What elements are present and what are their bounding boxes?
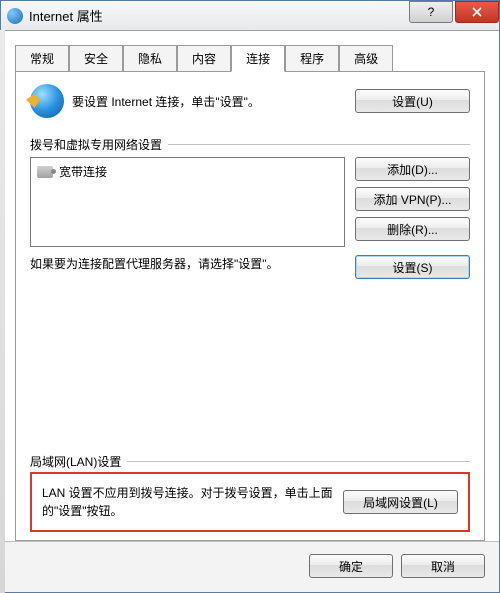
tab-content[interactable]: 内容 (177, 45, 231, 72)
lan-section: 局域网(LAN)设置 LAN 设置不应用到拨号连接。对于拨号设置，单击上面的"设… (30, 423, 470, 532)
cancel-button[interactable]: 取消 (401, 554, 485, 578)
dialup-row: 宽带连接 添加(D)... 添加 VPN(P)... 删除(R)... (30, 157, 470, 247)
tab-connections[interactable]: 连接 (231, 45, 285, 72)
connections-listbox[interactable]: 宽带连接 (30, 157, 345, 247)
tab-privacy[interactable]: 隐私 (123, 45, 177, 72)
proxy-text: 如果要为连接配置代理服务器，请选择"设置"。 (30, 255, 345, 273)
tab-strip: 常规 安全 隐私 内容 连接 程序 高级 (15, 45, 485, 72)
proxy-row: 如果要为连接配置代理服务器，请选择"设置"。 设置(S) (30, 255, 470, 279)
tab-programs[interactable]: 程序 (285, 45, 339, 72)
connection-settings-button[interactable]: 设置(S) (355, 255, 470, 279)
tab-security[interactable]: 安全 (69, 45, 123, 72)
close-button[interactable] (455, 1, 499, 23)
internet-properties-window: Internet 属性 ? 常规 安全 隐私 内容 连接 程序 高级 要设置 I… (0, 0, 500, 593)
add-vpn-button[interactable]: 添加 VPN(P)... (355, 187, 470, 211)
dialup-group-label: 拨号和虚拟专用网络设置 (30, 136, 470, 153)
lan-highlight-box: LAN 设置不应用到拨号连接。对于拨号设置，单击上面的"设置"按钮。 局域网设置… (30, 472, 470, 532)
tab-general[interactable]: 常规 (15, 45, 69, 72)
lan-settings-button[interactable]: 局域网设置(L) (343, 490, 458, 514)
dialup-side-buttons: 添加(D)... 添加 VPN(P)... 删除(R)... (355, 157, 470, 247)
globe-setup-icon (30, 84, 64, 118)
remove-connection-button[interactable]: 删除(R)... (355, 217, 470, 241)
tab-advanced[interactable]: 高级 (339, 45, 393, 72)
setup-row: 要设置 Internet 连接，单击"设置"。 设置(U) (30, 84, 470, 118)
ok-button[interactable]: 确定 (309, 554, 393, 578)
tab-panel-connections: 要设置 Internet 连接，单击"设置"。 设置(U) 拨号和虚拟专用网络设… (15, 71, 485, 541)
lan-group-label: 局域网(LAN)设置 (30, 453, 470, 470)
window-left-edge (0, 30, 5, 593)
content-area: 常规 安全 隐私 内容 连接 程序 高级 要设置 Internet 连接，单击"… (1, 31, 499, 541)
lan-text: LAN 设置不应用到拨号连接。对于拨号设置，单击上面的"设置"按钮。 (42, 484, 333, 520)
titlebar[interactable]: Internet 属性 ? (1, 1, 499, 31)
setup-instruction: 要设置 Internet 连接，单击"设置"。 (72, 93, 347, 110)
connection-icon (37, 166, 53, 178)
window-title: Internet 属性 (29, 6, 407, 25)
dialog-footer: 确定 取消 (1, 541, 499, 592)
list-item[interactable]: 宽带连接 (37, 162, 338, 181)
internet-options-icon (7, 8, 23, 24)
add-connection-button[interactable]: 添加(D)... (355, 157, 470, 181)
connection-name: 宽带连接 (59, 163, 107, 180)
close-icon (472, 7, 482, 17)
window-buttons: ? (407, 1, 499, 30)
help-button[interactable]: ? (409, 1, 453, 23)
dialup-section: 拨号和虚拟专用网络设置 宽带连接 添加(D)... 添加 VPN(P)... 删… (30, 136, 470, 279)
setup-button[interactable]: 设置(U) (355, 89, 470, 113)
